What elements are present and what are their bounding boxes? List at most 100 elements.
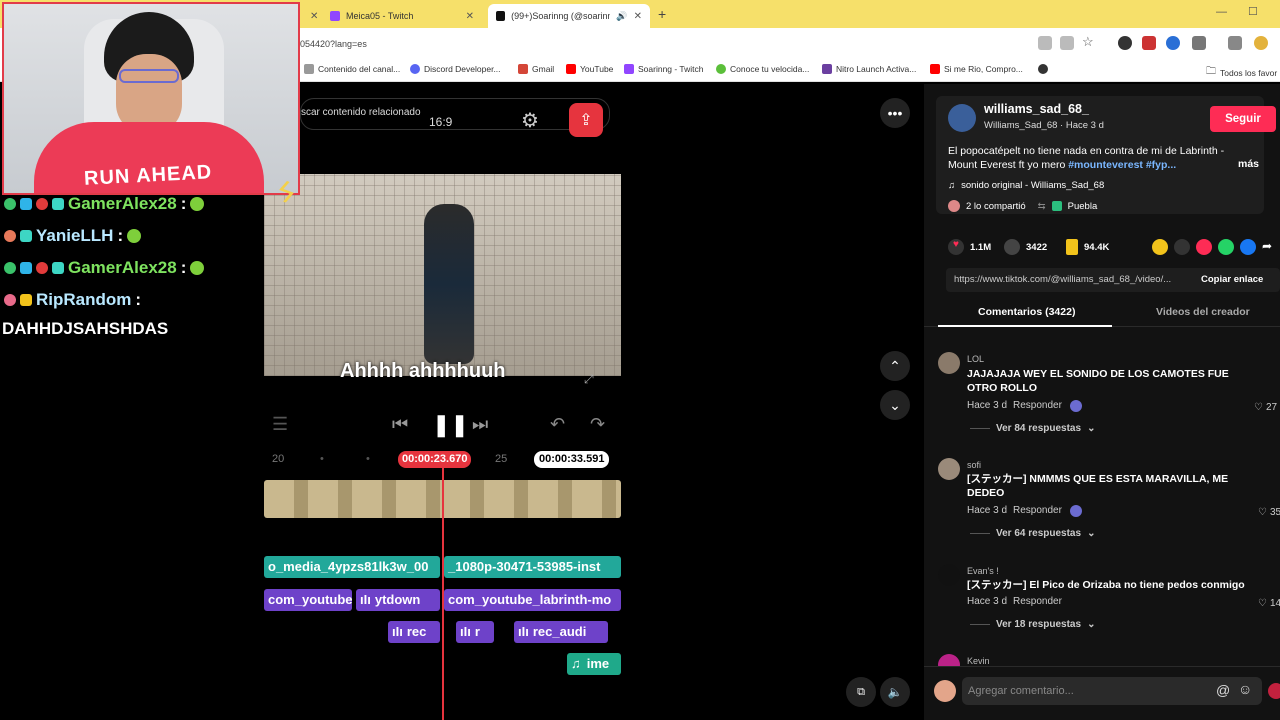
extension-icon[interactable] <box>1118 36 1132 50</box>
emote-icon <box>127 229 142 243</box>
comment-likes[interactable]: ♡ 27 <box>1254 402 1277 413</box>
audio-clip[interactable]: com_youtube_ <box>264 589 352 611</box>
star-icon[interactable]: ☆ <box>1082 34 1094 50</box>
skip-forward-icon[interactable]: ⏭ <box>472 414 488 435</box>
undo-icon[interactable]: ↶ <box>550 414 565 435</box>
comment-author[interactable]: Kevin <box>967 656 990 666</box>
comment-author[interactable]: LOL <box>967 354 984 364</box>
comment-likes[interactable]: ♡ 35 <box>1258 507 1280 518</box>
comment-author[interactable]: Evan's ! <box>967 566 999 576</box>
url-field[interactable]: 054420?lang=es <box>300 34 1030 54</box>
export-button[interactable]: ⇪ <box>569 103 603 137</box>
gear-icon[interactable]: ⚙ <box>521 108 539 133</box>
comment-avatar[interactable] <box>938 352 960 374</box>
video-preview[interactable] <box>264 174 621 376</box>
video-clip[interactable]: _1080p-30471-53985-inst <box>444 556 621 578</box>
author-name[interactable]: williams_sad_68_ <box>984 102 1089 116</box>
redo-icon[interactable]: ↷ <box>590 414 605 435</box>
next-video-button[interactable]: ⌄ <box>880 390 910 420</box>
emoji-icon[interactable]: ☺ <box>1238 681 1252 697</box>
tab-comments[interactable]: Comentarios (3422) <box>978 306 1075 318</box>
upload-icon: ⇪ <box>579 112 593 129</box>
close-icon[interactable]: ✕ <box>466 11 474 22</box>
pip-button[interactable]: ⧉ <box>846 677 876 707</box>
comment-avatar[interactable] <box>938 458 960 480</box>
reply-button[interactable]: Responder <box>1013 400 1062 411</box>
bookmark-item[interactable]: Soarinng - Twitch <box>624 64 704 74</box>
more-link[interactable]: más <box>1238 158 1259 170</box>
tab-twitch[interactable]: Meica05 - Twitch ✕ <box>322 4 482 28</box>
comment-author[interactable]: sofi <box>967 460 981 470</box>
reply-button[interactable]: Responder <box>1013 596 1062 607</box>
pause-button[interactable]: ❚❚ <box>432 412 469 438</box>
fullscreen-icon[interactable]: ⤢ <box>584 372 594 387</box>
follow-button[interactable]: Seguir <box>1210 106 1276 132</box>
send-icon[interactable] <box>1196 239 1212 255</box>
view-replies-button[interactable]: —— Ver 64 respuestas ⌄ <box>970 528 1095 539</box>
bookmark-item[interactable]: Contenido del canal... <box>304 64 400 74</box>
coin-icon[interactable] <box>1152 239 1168 255</box>
all-bookmarks[interactable]: 🗀 Todos los favor <box>1206 64 1277 81</box>
previous-video-button[interactable]: ⌃ <box>880 351 910 381</box>
bookmark-item[interactable]: Si me Rio, Compro... <box>930 64 1023 74</box>
translate-icon[interactable] <box>1038 36 1052 50</box>
location-label[interactable]: Puebla <box>1068 201 1098 212</box>
comment-likes[interactable]: ♡ 14 <box>1258 598 1280 609</box>
comments-button[interactable]: 3422 <box>1004 239 1047 255</box>
like-button[interactable]: ♥ 1.1M <box>948 239 991 255</box>
caption-hashtags[interactable]: #mounteverest #fyp... <box>1068 159 1176 171</box>
music-clip[interactable]: ♫ ime <box>567 653 621 675</box>
author-avatar[interactable] <box>948 104 976 132</box>
share-arrow-icon[interactable]: ➦ <box>1262 239 1272 255</box>
tab-creator-videos[interactable]: Videos del creador <box>1156 306 1250 318</box>
reply-button[interactable]: Responder <box>1013 505 1062 516</box>
sound-link[interactable]: ♫ sonido original - Williams_Sad_68 <box>948 180 1104 191</box>
bookmark-item[interactable]: Conoce tu velocida... <box>716 64 809 74</box>
webcam-glasses <box>119 69 179 83</box>
extension-icon[interactable] <box>1166 36 1180 50</box>
install-icon[interactable] <box>1060 36 1074 50</box>
close-icon[interactable]: ✕ <box>634 11 642 22</box>
tab-tiktok[interactable]: (99+)Soarinng (@soarinng) 🔊 ✕ <box>488 4 650 28</box>
bookmark-item[interactable]: Gmail <box>518 64 554 74</box>
rec-clip[interactable]: ıIı rec <box>388 621 440 643</box>
minimize-button[interactable]: — <box>1216 6 1227 18</box>
maximize-button[interactable]: ☐ <box>1248 5 1258 18</box>
comment-icon <box>1004 239 1020 255</box>
speaker-icon[interactable]: 🔊 <box>616 11 627 22</box>
menu-lines-icon[interactable]: ☰ <box>272 414 288 435</box>
save-button[interactable]: 94.4K <box>1066 239 1109 255</box>
menu-list-icon[interactable] <box>1228 36 1242 50</box>
puzzle-icon[interactable] <box>1192 36 1206 50</box>
whatsapp-icon[interactable] <box>1218 239 1234 255</box>
view-replies-button[interactable]: —— Ver 18 respuestas ⌄ <box>970 619 1095 630</box>
more-options-button[interactable]: ••• <box>880 98 910 128</box>
profile-avatar[interactable] <box>1254 36 1268 50</box>
video-clip[interactable]: o_media_4ypzs81lk3w_00 <box>264 556 440 578</box>
comment-avatar[interactable] <box>938 564 960 586</box>
playhead[interactable] <box>442 462 444 720</box>
comment-input[interactable]: Agregar comentario... @ ☺ <box>962 677 1262 705</box>
facebook-icon[interactable] <box>1240 239 1256 255</box>
bookmark-item[interactable]: Discord Developer... <box>410 64 501 74</box>
embed-icon[interactable] <box>1174 239 1190 255</box>
rec-clip[interactable]: ıIı r <box>456 621 494 643</box>
view-replies-button[interactable]: —— Ver 84 respuestas ⌄ <box>970 423 1095 434</box>
search-related-text[interactable]: scar contenido relacionado <box>301 107 421 118</box>
video-link[interactable]: https://www.tiktok.com/@williams_sad_68_… <box>954 274 1188 285</box>
bookmark-item[interactable]: YouTube <box>566 64 613 74</box>
audio-clip[interactable]: com_youtube_labrinth-mo <box>444 589 621 611</box>
send-comment-icon[interactable] <box>1268 683 1280 699</box>
aspect-ratio[interactable]: 16:9 <box>429 115 452 129</box>
new-tab-button[interactable]: + <box>658 6 666 22</box>
mention-icon[interactable]: @ <box>1216 682 1230 698</box>
copy-link-button[interactable]: Copiar enlace <box>1201 274 1263 285</box>
bookmark-item[interactable]: Nitro Launch Activa... <box>822 64 916 74</box>
my-avatar[interactable] <box>934 680 956 702</box>
extension-icon[interactable] <box>1142 36 1156 50</box>
volume-button[interactable]: 🔈 <box>880 677 910 707</box>
globe-bookmark[interactable] <box>1038 64 1048 74</box>
rec-clip[interactable]: ıIı rec_audi <box>514 621 608 643</box>
audio-clip[interactable]: ıIı ytdown <box>356 589 440 611</box>
skip-back-icon[interactable]: ⏮ <box>392 414 408 435</box>
